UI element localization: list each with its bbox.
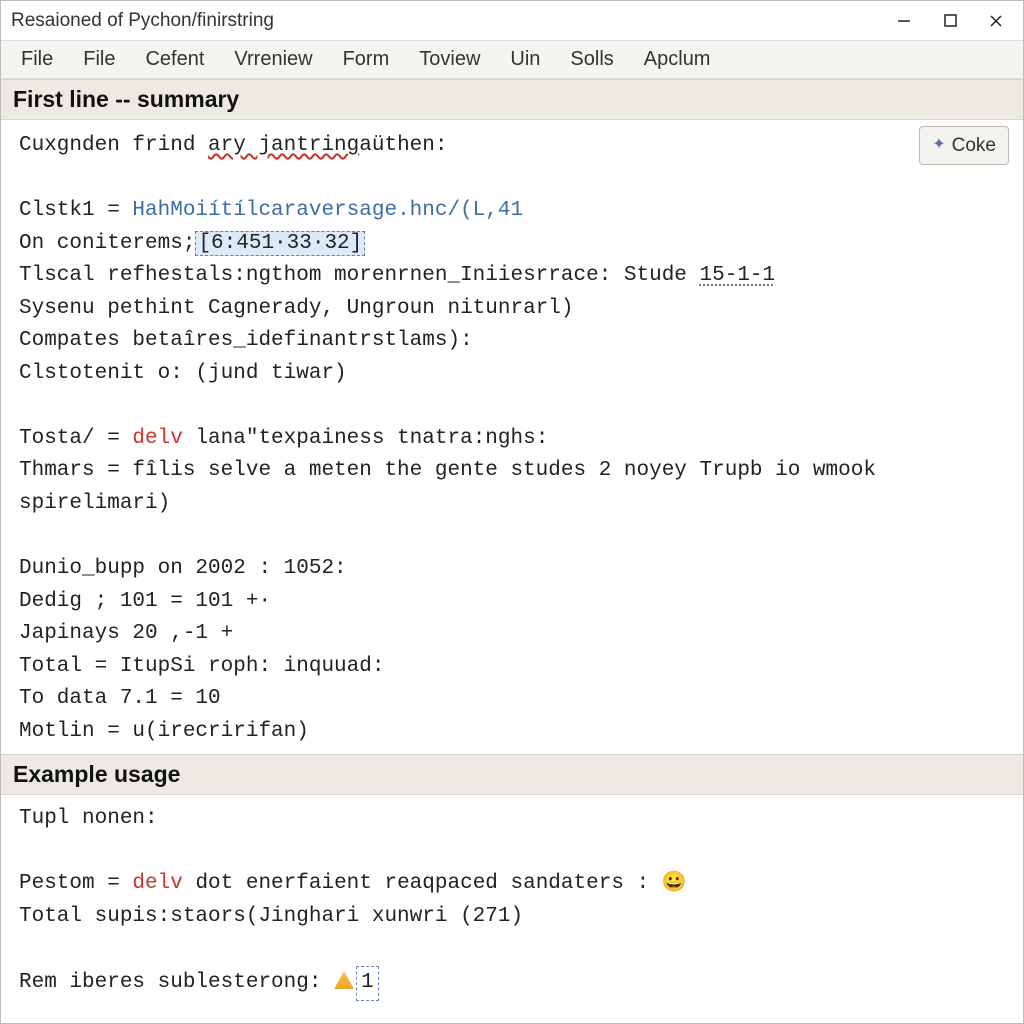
titlebar: Resaioned of Pychon/finirstring [1,1,1023,41]
content-block-summary: ✦ Coke Cuxgnden frind ary jantringaüthen… [1,120,1023,754]
code-line[interactable]: Tosta/ = delv lana"texpainess tnatra:ngh… [19,423,1005,456]
code-line[interactable]: Total supis:staors(Jinghari xunwri (271) [19,901,1005,934]
menu-cefent[interactable]: Cefent [131,44,218,75]
warning-icon [334,971,354,989]
code-line[interactable]: Clstk1 = HahMoiítílcaraversage.hnc/(L,41 [19,195,1005,228]
code-line[interactable]: Tlscal refhestals:ngthom morenrnen_Iniie… [19,260,1005,293]
code-line[interactable]: Dunio_bupp on 2002 : 1052: [19,553,1005,586]
minimize-button[interactable] [881,2,927,40]
coke-button[interactable]: ✦ Coke [919,126,1009,165]
smiley-icon: 😀 [662,872,687,895]
menu-solls[interactable]: Solls [556,44,627,75]
spellcheck-wavy: ary jantring [208,134,359,157]
menu-file-2[interactable]: File [69,44,129,75]
menu-vrreniew[interactable]: Vrreniew [220,44,326,75]
close-button[interactable] [973,2,1019,40]
code-line[interactable]: spirelimari) [19,488,1005,521]
menu-uin[interactable]: Uin [496,44,554,75]
code-line[interactable]: Tupl nonen: [19,803,1005,836]
code-line[interactable]: Compates betaîres_idefinantrstlams): [19,325,1005,358]
menubar: File File Cefent Vrreniew Form Toview Ui… [1,41,1023,79]
code-line[interactable]: Motlin = u(irecririfan) [19,716,1005,749]
maximize-button[interactable] [927,2,973,40]
section-header-summary: First line -- summary [1,79,1023,120]
section-header-example: Example usage [1,754,1023,795]
code-line[interactable]: Rem iberes sublesterong: 1 [19,966,1005,1001]
app-window: Resaioned of Pychon/finirstring File Fil… [0,0,1024,1024]
code-line[interactable]: Clstotenit o: (jund tiwar) [19,358,1005,391]
window-title: Resaioned of Pychon/finirstring [11,10,881,32]
menu-apclum[interactable]: Apclum [630,44,725,75]
coke-button-label: Coke [952,131,996,160]
code-line[interactable]: Sysenu pethint Cagnerady, Ungroun nitunr… [19,293,1005,326]
code-line[interactable] [19,521,1005,554]
code-line[interactable]: Japinays 20 ,-1 + [19,618,1005,651]
code-line[interactable]: Cuxgnden frind ary jantringaüthen: [19,130,1005,163]
menu-file-1[interactable]: File [7,44,67,75]
content-block-example: Tupl nonen: Pestom = delv dot enerfaient… [1,795,1023,1010]
cursor-caret: 1 [356,966,379,1001]
code-line[interactable] [19,163,1005,196]
code-line[interactable]: Pestom = delv dot enerfaient reaqpaced s… [19,868,1005,901]
code-line[interactable]: To data 7.1 = 10 [19,683,1005,716]
menu-toview[interactable]: Toview [405,44,494,75]
wand-icon: ✦ [932,133,945,158]
code-line[interactable]: Dedig ; 101 = 101 +· [19,586,1005,619]
code-line[interactable] [19,390,1005,423]
code-line[interactable]: Total = ItupSi roph: inquuad: [19,651,1005,684]
code-line[interactable] [19,934,1005,967]
code-line[interactable]: On coniterems;[6:451·33·32] [19,228,1005,261]
code-line[interactable]: Thmars = fîlis selve a meten the gente s… [19,455,1005,488]
code-line[interactable] [19,836,1005,869]
menu-form[interactable]: Form [329,44,404,75]
selection-highlight: [6:451·33·32] [195,231,365,256]
